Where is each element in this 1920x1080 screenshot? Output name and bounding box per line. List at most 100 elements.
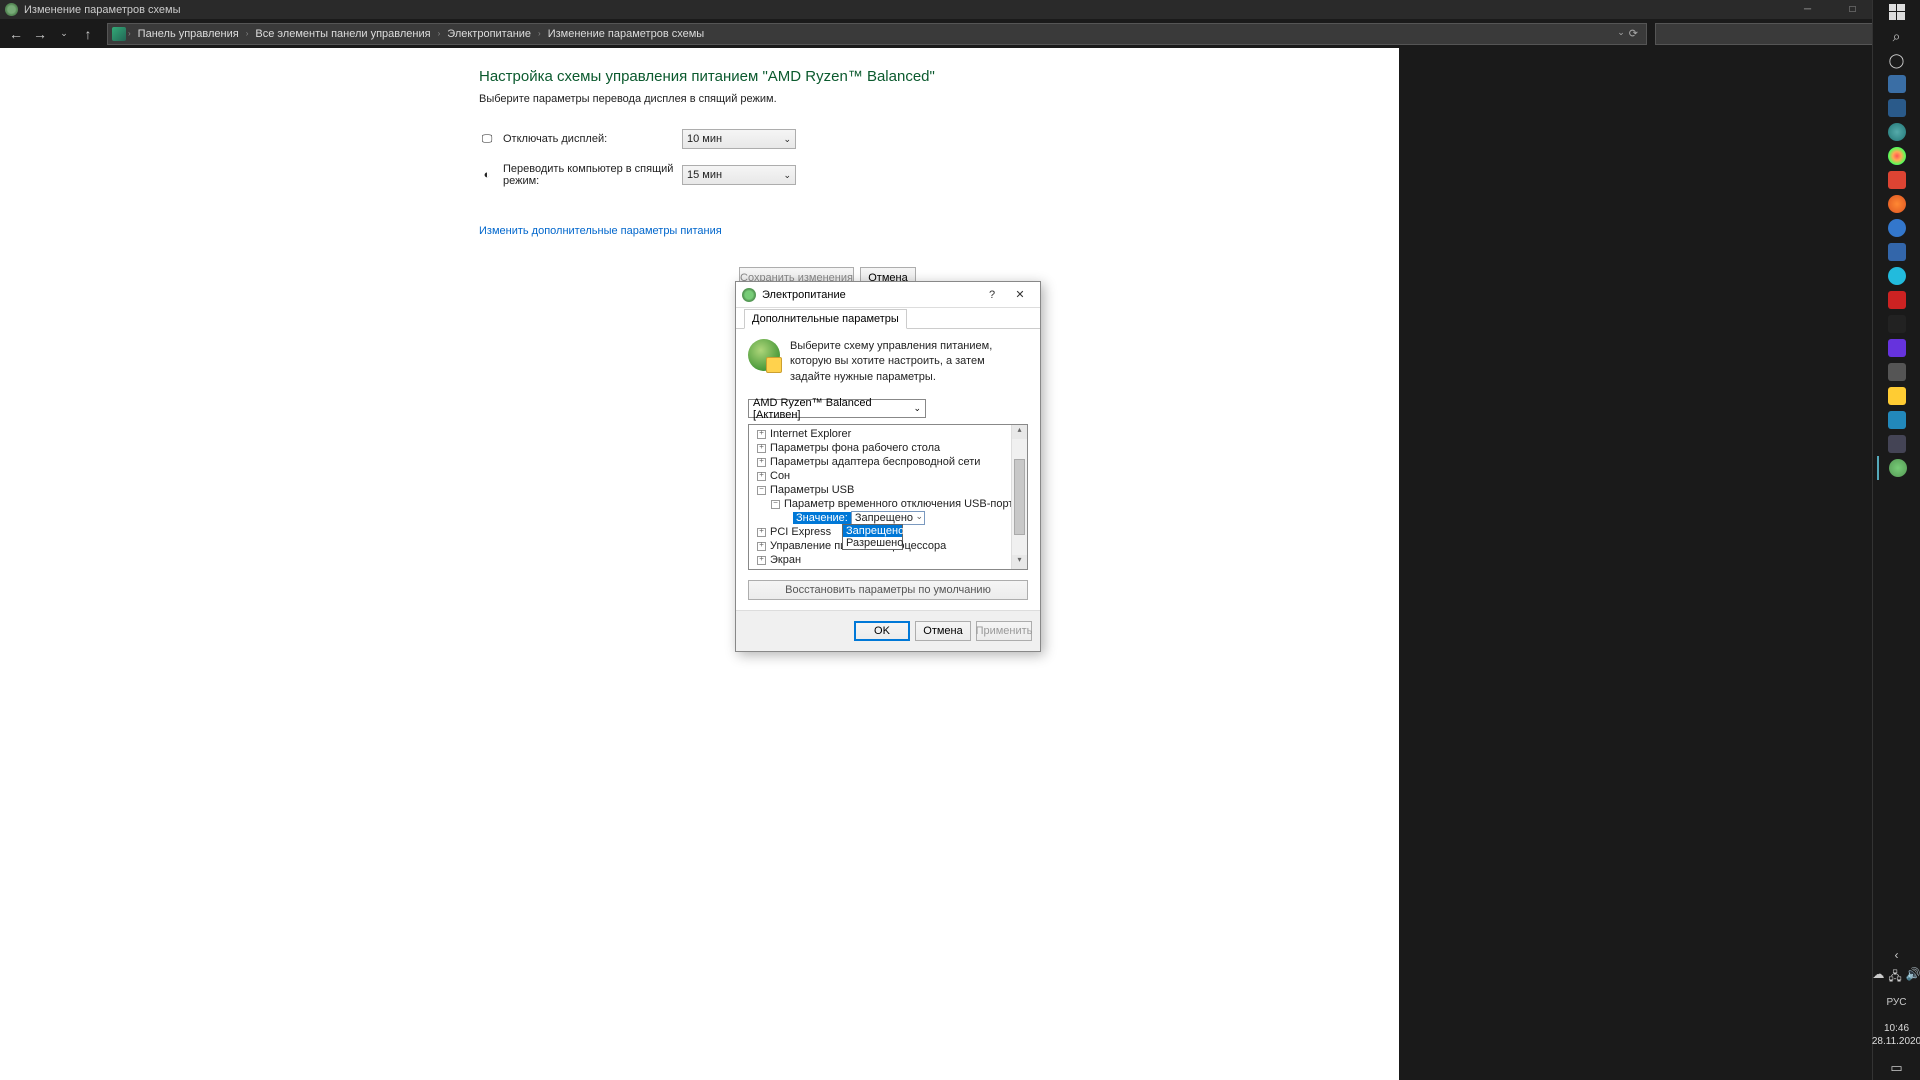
tray-expand-button[interactable]: ‹ [1877,943,1917,967]
breadcrumb[interactable]: › Панель управления › Все элементы панел… [107,23,1647,45]
addr-dropdown-icon[interactable]: ⌄ [1617,27,1625,40]
crumb-power[interactable]: Электропитание [442,28,536,40]
tree-item-screen[interactable]: Экран [770,554,801,566]
sleep-row: ◐ Переводить компьютер в спящий режим: 1… [479,163,1399,187]
pinned-app[interactable] [1877,336,1917,360]
settings-tree[interactable]: + Internet Explorer + Параметры фона рабоч… [748,424,1028,570]
expand-button[interactable]: + [757,542,766,551]
pinned-app[interactable] [1877,312,1917,336]
expand-button[interactable]: + [757,444,766,453]
back-button[interactable]: ← [5,23,27,45]
dialog-cancel-button[interactable]: Отмена [915,621,971,641]
pinned-app[interactable] [1877,240,1917,264]
app-icon [1888,411,1906,429]
dialog-description: Выберите схему управления питанием, кото… [790,339,1028,385]
power-options-icon [5,3,18,16]
pinned-app[interactable] [1877,192,1917,216]
help-button[interactable]: ? [978,289,1006,301]
search-button[interactable]: ⌕ [1877,24,1917,48]
crumb-all-items[interactable]: Все элементы панели управления [250,28,435,40]
dialog-titlebar[interactable]: Электропитание ? ✕ [736,282,1040,308]
refresh-button[interactable]: ⟳ [1629,27,1638,40]
chevron-right-icon: › [438,29,441,38]
expand-button[interactable]: + [757,570,766,571]
taskbar[interactable]: ⌕ ◯ ‹ ☁ 🖧 🔊 РУС 10:46 28.11.2020 ▭ [1872,0,1920,1080]
page-title: Настройка схемы управления питанием "AMD… [479,68,1399,85]
display-off-dropdown[interactable]: 10 мин ⌄ [682,129,796,149]
expand-button[interactable]: + [757,556,766,565]
chevron-down-icon: ⌄ [783,134,791,145]
pinned-app[interactable] [1877,96,1917,120]
page-subtitle: Выберите параметры перевода дисплея в сп… [479,93,1399,105]
onedrive-icon[interactable]: ☁ [1872,967,1884,988]
sleep-value: 15 мин [687,169,722,181]
maximize-button[interactable]: □ [1830,0,1875,19]
restore-defaults-button[interactable]: Восстановить параметры по умолчанию [748,580,1028,600]
option-disabled[interactable]: Запрещено [843,525,902,537]
pinned-app[interactable] [1877,384,1917,408]
pinned-app[interactable] [1877,216,1917,240]
up-button[interactable]: ↑ [77,23,99,45]
tree-scrollbar[interactable]: ▴ ▾ [1011,425,1027,569]
dialog-close-button[interactable]: ✕ [1006,288,1034,301]
tree-item-desktop-bg[interactable]: Параметры фона рабочего стола [770,442,940,454]
crumb-control-panel[interactable]: Панель управления [133,28,244,40]
dialog-title: Электропитание [762,289,846,301]
scroll-up-button[interactable]: ▴ [1012,425,1027,439]
expand-button[interactable]: + [757,528,766,537]
advanced-settings-link[interactable]: Изменить дополнительные параметры питани… [479,225,722,237]
pinned-app[interactable] [1877,144,1917,168]
app-icon [1888,75,1906,93]
crumb-edit-plan[interactable]: Изменение параметров схемы [543,28,709,40]
pinned-app[interactable] [1877,360,1917,384]
collapse-button[interactable]: − [771,500,780,509]
power-icon [1889,459,1907,477]
dialog-tabs: Дополнительные параметры [736,308,1040,329]
pinned-app[interactable] [1877,408,1917,432]
tree-item-pcie[interactable]: PCI Express [770,526,831,538]
language-indicator[interactable]: РУС [1886,997,1906,1008]
volume-icon[interactable]: 🔊 [1906,967,1920,988]
collapse-button[interactable]: − [757,486,766,495]
recent-button[interactable]: ⌄ [53,23,75,45]
power-plan-dropdown[interactable]: AMD Ryzen™ Balanced [Активен] ⌄ [748,399,926,418]
tree-item-usb-suspend[interactable]: Параметр временного отключения USB-порта [784,498,1019,510]
tree-item-multimedia[interactable]: Параметры мультимедиа [770,568,899,570]
pinned-app[interactable] [1877,72,1917,96]
task-view-button[interactable]: ◯ [1877,48,1917,72]
value-dropdown[interactable]: Запрещено [851,511,925,525]
display-off-label: Отключать дисплей: [503,133,682,145]
pinned-app[interactable] [1877,120,1917,144]
tree-item-usb[interactable]: Параметры USB [770,484,854,496]
clock[interactable]: 10:46 28.11.2020 [1872,1022,1920,1048]
tab-advanced[interactable]: Дополнительные параметры [744,309,907,329]
start-button[interactable] [1877,0,1917,24]
action-center-button[interactable]: ▭ [1877,1056,1917,1080]
app-icon [1888,339,1906,357]
scroll-down-button[interactable]: ▾ [1012,555,1027,569]
tree-item-wireless[interactable]: Параметры адаптера беспроводной сети [770,456,980,468]
display-off-row: 🖵 Отключать дисплей: 10 мин ⌄ [479,129,1399,149]
expand-button[interactable]: + [757,458,766,467]
pinned-app[interactable] [1877,432,1917,456]
running-app[interactable] [1877,456,1917,480]
expand-button[interactable]: + [757,430,766,439]
apply-button[interactable]: Применить [976,621,1032,641]
tree-item-sleep[interactable]: Сон [770,470,790,482]
minimize-button[interactable]: ─ [1785,0,1830,19]
app-icon [1888,315,1906,333]
pinned-app[interactable] [1877,168,1917,192]
pinned-app[interactable] [1877,288,1917,312]
option-enabled[interactable]: Разрешено [843,537,902,549]
power-icon [742,288,756,302]
scroll-thumb[interactable] [1014,459,1025,535]
app-icon [1888,291,1906,309]
tree-item-ie[interactable]: Internet Explorer [770,428,851,440]
network-icon[interactable]: 🖧 [1888,967,1901,988]
ok-button[interactable]: OK [854,621,910,641]
sleep-dropdown[interactable]: 15 мин ⌄ [682,165,796,185]
display-off-value: 10 мин [687,133,722,145]
expand-button[interactable]: + [757,472,766,481]
pinned-app[interactable] [1877,264,1917,288]
forward-button[interactable]: → [29,23,51,45]
